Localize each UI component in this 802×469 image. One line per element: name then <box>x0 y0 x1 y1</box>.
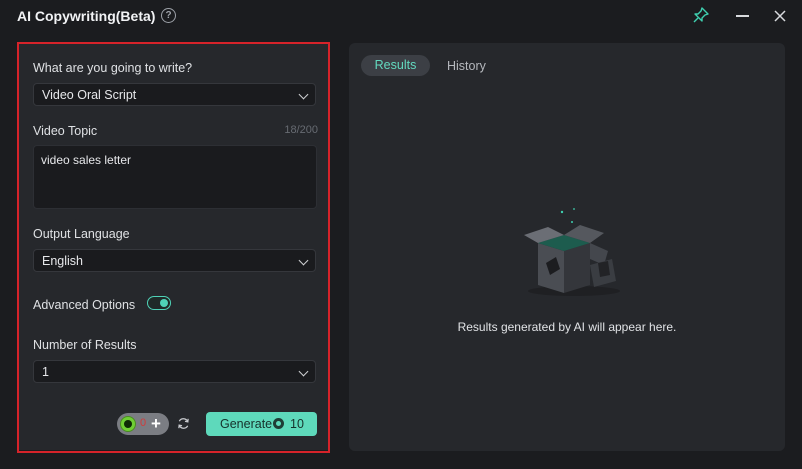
chevron-down-icon <box>298 255 309 266</box>
credits-count: 0 <box>140 417 147 429</box>
output-language-select[interactable]: English <box>33 249 316 272</box>
generate-button[interactable]: Generate 10 <box>206 412 317 436</box>
number-of-results-select[interactable]: 1 <box>33 360 316 383</box>
close-icon[interactable] <box>770 6 790 26</box>
empty-results-message: Results generated by AI will appear here… <box>457 320 677 334</box>
write-type-label: What are you going to write? <box>33 61 193 75</box>
plus-icon[interactable]: + <box>151 414 161 434</box>
number-of-results-label: Number of Results <box>33 338 137 352</box>
window-title: AI Copywriting(Beta) <box>17 8 156 24</box>
tab-history[interactable]: History <box>447 59 486 73</box>
write-type-value: Video Oral Script <box>42 88 137 102</box>
write-type-select[interactable]: Video Oral Script <box>33 83 316 106</box>
video-topic-value: video sales letter <box>41 153 132 167</box>
advanced-options-toggle[interactable] <box>147 296 171 310</box>
video-topic-label: Video Topic <box>33 124 98 138</box>
pin-icon[interactable] <box>692 6 710 24</box>
video-topic-input[interactable]: video sales letter <box>33 145 317 209</box>
refresh-icon[interactable] <box>177 417 190 430</box>
chevron-down-icon <box>298 366 309 377</box>
generate-label: Generate <box>220 417 273 431</box>
help-icon[interactable]: ? <box>161 8 176 23</box>
generate-cost: 10 <box>290 417 304 431</box>
minimize-icon[interactable] <box>736 15 749 17</box>
empty-box-illustration <box>524 208 620 296</box>
coin-icon <box>273 418 284 429</box>
advanced-options-label: Advanced Options <box>33 298 136 312</box>
toggle-knob <box>160 299 168 307</box>
tab-results[interactable]: Results <box>361 55 430 76</box>
output-language-value: English <box>42 254 83 268</box>
title-bar: AI Copywriting(Beta) ? <box>0 0 802 32</box>
topic-char-counter: 18/200 <box>284 124 318 136</box>
credits-pill[interactable]: 0 + <box>117 413 169 435</box>
output-language-label: Output Language <box>33 227 130 241</box>
number-of-results-value: 1 <box>42 365 49 379</box>
coin-icon <box>120 416 136 432</box>
chevron-down-icon <box>298 89 309 100</box>
